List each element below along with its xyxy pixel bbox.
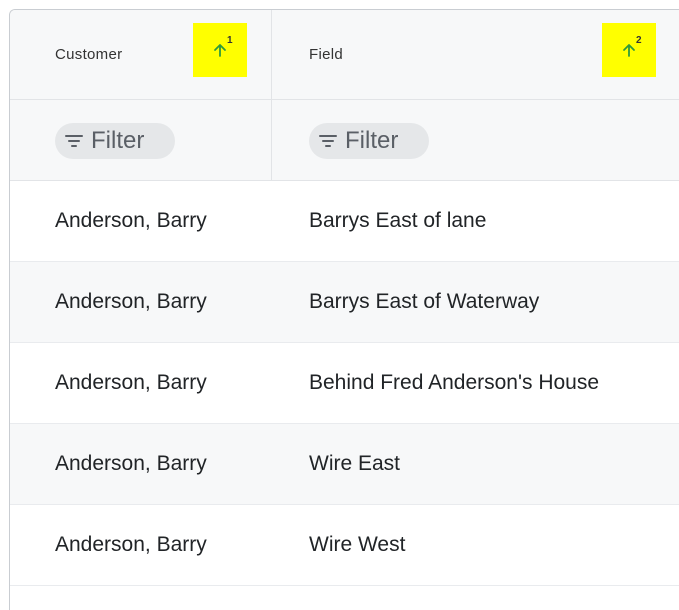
cell-customer[interactable]: Anderson, Barry	[55, 505, 207, 585]
sort-order-badge: 2	[636, 35, 642, 46]
column-header-field[interactable]: Field	[309, 10, 343, 99]
sort-order-badge: 1	[227, 35, 233, 46]
table-row[interactable]: Anderson, Barry Behind Fred Anderson's H…	[10, 343, 679, 424]
filter-lines-icon	[319, 135, 337, 147]
sort-button-field[interactable]: 2	[602, 23, 656, 77]
cell-field[interactable]: Barrys East of lane	[309, 181, 486, 261]
cell-customer[interactable]: Anderson, Barry	[55, 343, 207, 423]
table-row[interactable]: Anderson, Barry Wire West	[10, 505, 679, 586]
column-header-customer[interactable]: Customer	[55, 10, 122, 99]
table-row[interactable]: Anderson, Barry Barrys East of Waterway	[10, 262, 679, 343]
filter-button-customer[interactable]: Filter	[55, 123, 175, 159]
header-row: Customer 1 Field 2	[10, 10, 679, 100]
cell-field[interactable]: Barrys East of Waterway	[309, 262, 539, 342]
grid-body: Anderson, Barry Barrys East of lane Ande…	[10, 181, 679, 586]
cell-customer[interactable]: Anderson, Barry	[55, 181, 207, 261]
column-divider[interactable]	[271, 10, 272, 180]
data-grid: Customer 1 Field 2 Filter Filter Anderso…	[9, 9, 679, 610]
table-row[interactable]: Anderson, Barry Wire East	[10, 424, 679, 505]
arrow-up-icon	[214, 44, 226, 57]
arrow-up-icon	[623, 44, 635, 57]
filter-label: Filter	[345, 127, 399, 154]
filter-label: Filter	[91, 127, 145, 154]
cell-field[interactable]: Wire East	[309, 424, 400, 504]
filter-button-field[interactable]: Filter	[309, 123, 429, 159]
table-row[interactable]: Anderson, Barry Barrys East of lane	[10, 181, 679, 262]
column-header-label: Field	[309, 46, 344, 63]
cell-field[interactable]: Behind Fred Anderson's House	[309, 343, 599, 423]
column-header-label: Customer	[55, 46, 123, 63]
cell-field[interactable]: Wire West	[309, 505, 405, 585]
filter-lines-icon	[65, 135, 83, 147]
sort-button-customer[interactable]: 1	[193, 23, 247, 77]
cell-customer[interactable]: Anderson, Barry	[55, 262, 207, 342]
cell-customer[interactable]: Anderson, Barry	[55, 424, 207, 504]
